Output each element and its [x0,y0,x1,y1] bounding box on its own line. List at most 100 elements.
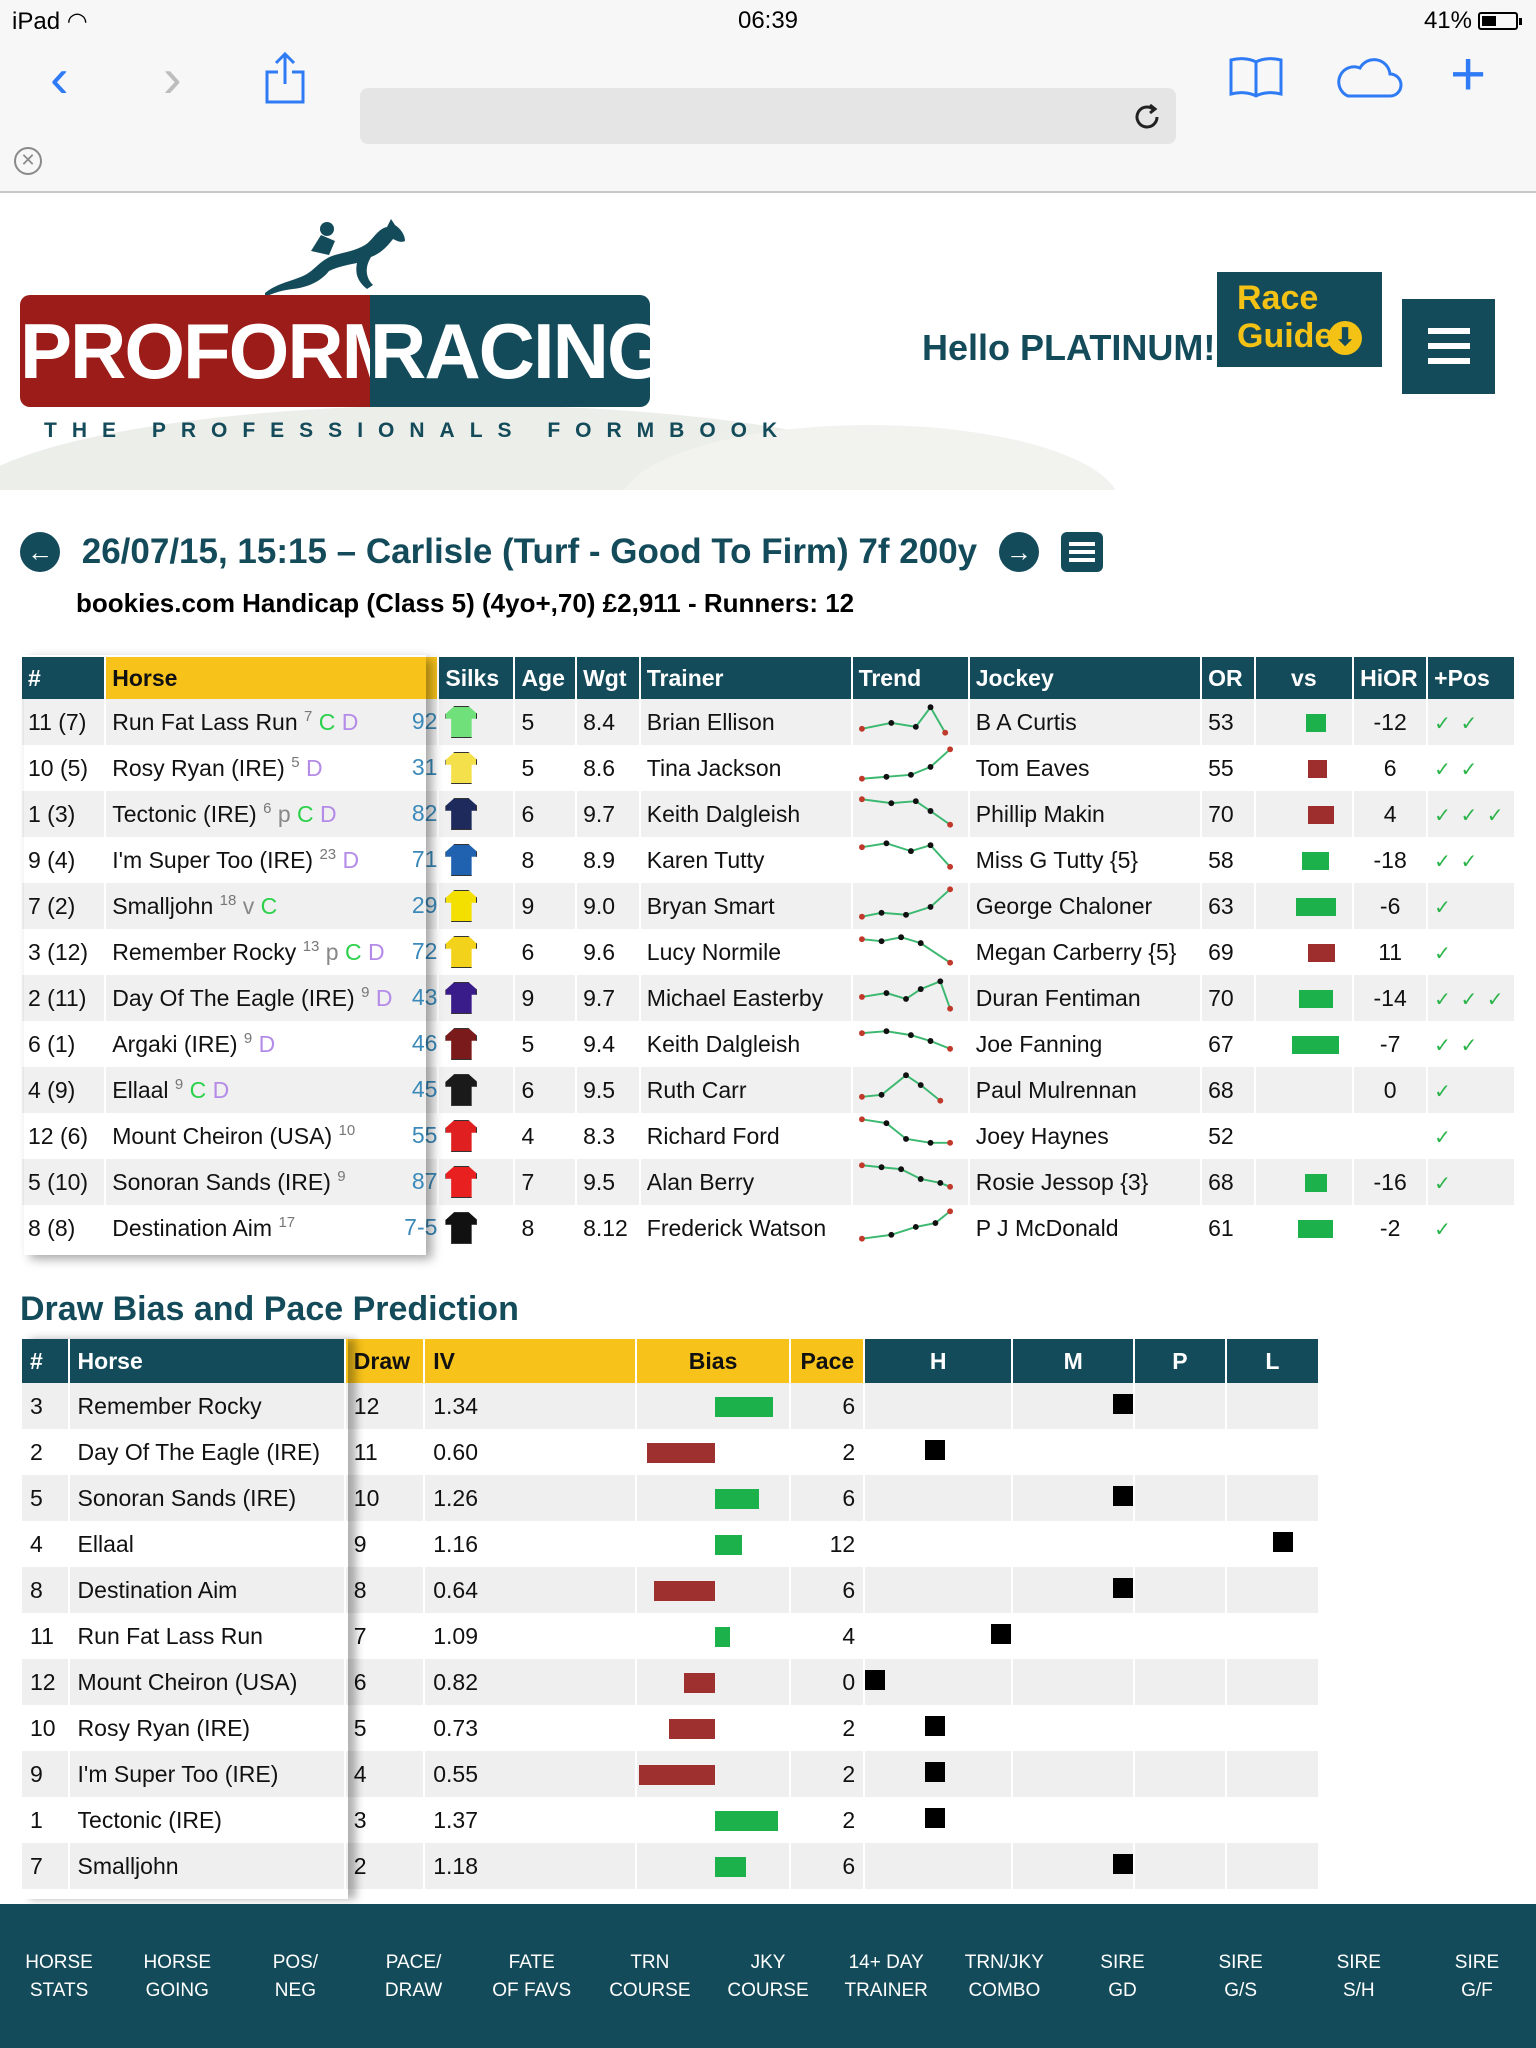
bias-row[interactable]: 3 Remember Rocky 12 1.34 6 [22,1383,1318,1429]
runner-trainer[interactable]: Alan Berry [640,1159,851,1205]
runner-row[interactable]: 12 (6) Mount Cheiron (USA) 10 55 4 8.3 Richa… [22,1113,1514,1159]
runner-jockey[interactable]: Tom Eaves [970,745,1200,791]
share-icon[interactable] [264,51,306,109]
bias-row[interactable]: 5 Sonoran Sands (IRE) 10 1.26 6 [22,1475,1318,1521]
runner-trainer[interactable]: Brian Ellison [640,699,851,745]
runner-horse-cell[interactable]: Tectonic (IRE) 6 p C D 82 [106,791,438,837]
race-list-icon[interactable] [1060,531,1103,572]
bias-row[interactable]: 9 I'm Super Too (IRE) 4 0.55 2 [22,1751,1318,1797]
runner-row[interactable]: 6 (1) Argaki (IRE) 9 D 46 5 9.4 Keith Dalglei… [22,1021,1514,1067]
back-icon[interactable]: ‹ [50,50,69,106]
previous-race-icon[interactable]: ← [20,531,60,572]
cloud-tabs-icon[interactable] [1334,58,1404,105]
runner-row[interactable]: 3 (12) Remember Rocky 13 p C D 72 6 9.6 Lucy … [22,929,1514,975]
bias-col-draw[interactable]: Draw [345,1339,424,1383]
bias-horse[interactable]: Ellaal [70,1521,344,1567]
brand-logo-right[interactable]: RACING [370,295,668,407]
horse-name[interactable]: Sonoran Sands (IRE) [112,1169,331,1195]
runner-horse-cell[interactable]: Remember Rocky 13 p C D 72 [106,929,437,975]
bias-col-iv[interactable]: IV [425,1339,635,1383]
horse-name[interactable]: Tectonic (IRE) [112,801,256,827]
runner-horse-cell[interactable]: Smalljohn 18 v C 29 [106,883,438,929]
bias-horse[interactable]: Mount Cheiron (USA) [69,1659,344,1705]
runner-jockey[interactable]: Duran Fentiman [969,975,1201,1021]
bias-horse[interactable]: Run Fat Lass Run [70,1613,344,1659]
runner-row[interactable]: 2 (11) Day Of The Eagle (IRE) 9 D 43 9 9.7 Mi… [22,975,1514,1021]
runner-trainer[interactable]: Keith Dalgleish [640,791,851,837]
runner-horse-cell[interactable]: Mount Cheiron (USA) 10 55 [106,1113,437,1159]
runner-trainer[interactable]: Michael Easterby [640,975,851,1021]
runner-row[interactable]: 10 (5) Rosy Ryan (IRE) 5 D 31 5 8.6 Tina Jack… [22,745,1514,791]
bias-col-number[interactable]: # [22,1339,68,1383]
runner-row[interactable]: 1 (3) Tectonic (IRE) 6 p C D 82 6 9.7 Keith D… [22,791,1514,837]
runner-jockey[interactable]: Joey Haynes [970,1113,1200,1159]
horse-name[interactable]: Argaki (IRE) [112,1031,237,1057]
bottom-nav-item[interactable]: SIRE G/F [1418,1904,1536,2048]
col-header-trend[interactable]: Trend [852,655,968,699]
horse-name[interactable]: I'm Super Too (IRE) [112,847,313,873]
close-tab-icon[interactable]: ✕ [14,147,42,175]
runner-row[interactable]: 4 (9) Ellaal 9 C D 45 6 9.5 Ruth Carr Paul Mul… [22,1067,1514,1113]
horse-name[interactable]: Rosy Ryan (IRE) [112,755,285,781]
bias-col-horse[interactable]: Horse [69,1339,344,1383]
runner-jockey[interactable]: Joe Fanning [970,1021,1200,1067]
runner-trainer[interactable]: Ruth Carr [640,1067,851,1113]
runner-row[interactable]: 11 (7) Run Fat Lass Run 7 C D 92 5 8.4 Brian … [22,699,1514,745]
bias-row[interactable]: 8 Destination Aim 8 0.64 6 [22,1567,1318,1613]
bias-row[interactable]: 10 Rosy Ryan (IRE) 5 0.73 2 [22,1705,1318,1751]
bottom-nav-item[interactable]: 14+ DAY TRAINER [827,1904,945,2048]
bias-row[interactable]: 4 Ellaal 9 1.16 12 [22,1521,1318,1567]
bottom-nav-item[interactable]: SIRE G/S [1182,1904,1300,2048]
runner-trainer[interactable]: Lucy Normile [641,929,851,975]
bias-col-l[interactable]: L [1226,1339,1318,1383]
runner-jockey[interactable]: Paul Mulrennan [969,1067,1201,1113]
runner-jockey[interactable]: B A Curtis [969,699,1201,745]
bottom-nav-item[interactable]: FATE OF FAVS [473,1904,591,2048]
bias-horse[interactable]: I'm Super Too (IRE) [69,1751,344,1797]
runner-trainer[interactable]: Karen Tutty [641,837,851,883]
bias-horse[interactable]: Rosy Ryan (IRE) [70,1705,344,1751]
col-header-age[interactable]: Age [515,655,576,699]
bias-horse[interactable]: Destination Aim [69,1567,344,1613]
runner-horse-cell[interactable]: Run Fat Lass Run 7 C D 92 [106,699,438,745]
bias-row[interactable]: 11 Run Fat Lass Run 7 1.09 4 [22,1613,1318,1659]
runner-trainer[interactable]: Bryan Smart [640,883,851,929]
bias-horse[interactable]: Sonoran Sands (IRE) [69,1475,344,1521]
runner-horse-cell[interactable]: Day Of The Eagle (IRE) 9 D 43 [106,975,438,1021]
horse-name[interactable]: Remember Rocky [112,939,296,965]
runner-horse-cell[interactable]: Destination Aim 17 7-5 [106,1205,437,1251]
runner-jockey[interactable]: Phillip Makin [969,791,1201,837]
runner-jockey[interactable]: George Chaloner [969,883,1201,929]
forward-icon[interactable]: › [163,50,182,106]
bias-row[interactable]: 2 Day Of The Eagle (IRE) 11 0.60 2 [22,1429,1318,1475]
new-tab-icon[interactable]: + [1450,42,1486,108]
brand-logo-left[interactable]: PROFORM [20,295,407,407]
runner-trainer[interactable]: Frederick Watson [641,1205,851,1251]
horse-name[interactable]: Run Fat Lass Run [112,709,297,735]
col-header-pos[interactable]: +Pos [1428,655,1514,699]
col-header-number[interactable]: # [22,655,105,699]
runner-trainer[interactable]: Keith Dalgleish [641,1021,851,1067]
horse-name[interactable]: Day Of The Eagle (IRE) [112,985,354,1011]
col-header-hior[interactable]: HiOR [1354,655,1427,699]
runner-trainer[interactable]: Richard Ford [641,1113,851,1159]
col-header-or[interactable]: OR [1202,655,1254,699]
bias-col-pace[interactable]: Pace [791,1339,864,1383]
runner-horse-cell[interactable]: Ellaal 9 C D 45 [106,1067,438,1113]
runner-row[interactable]: 9 (4) I'm Super Too (IRE) 23 D 71 8 8.9 Karen… [22,837,1514,883]
col-header-silks[interactable]: Silks [439,655,514,699]
bias-col-m[interactable]: M [1013,1339,1134,1383]
bias-col-p[interactable]: P [1135,1339,1225,1383]
hamburger-menu-button[interactable] [1402,299,1495,394]
race-guides-button[interactable]: Race Guides ⬇ [1217,272,1382,367]
bottom-nav-item[interactable]: TRN COURSE [591,1904,709,2048]
bottom-nav-item[interactable]: SIRE S/H [1300,1904,1418,2048]
col-header-jockey[interactable]: Jockey [969,655,1201,699]
bias-horse[interactable]: Tectonic (IRE) [70,1797,344,1843]
address-bar[interactable] [360,88,1176,144]
bottom-nav-item[interactable]: PACE/DRAW [354,1904,472,2048]
runner-jockey[interactable]: Megan Carberry {5} [970,929,1200,975]
runner-jockey[interactable]: P J McDonald [970,1205,1200,1251]
col-header-wgt[interactable]: Wgt [577,655,639,699]
horse-name[interactable]: Ellaal [112,1077,168,1103]
